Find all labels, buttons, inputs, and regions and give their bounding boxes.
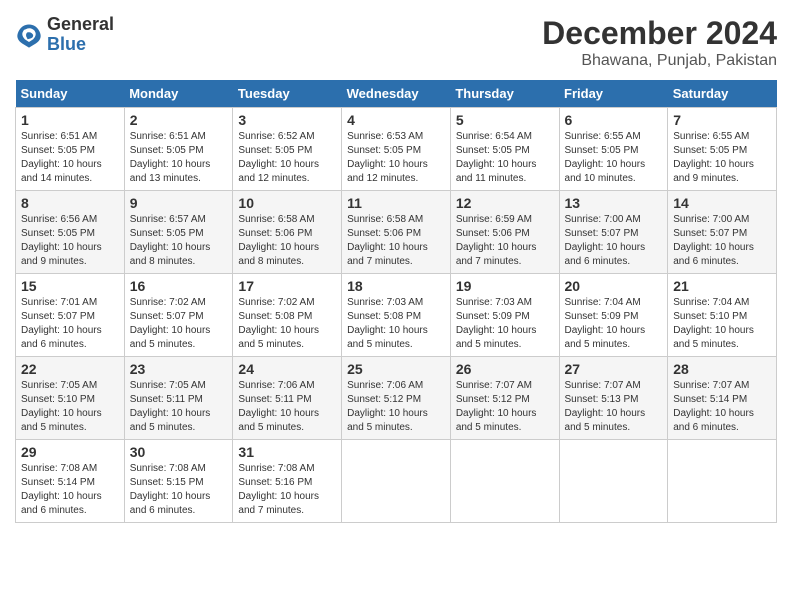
day-8: 8 Sunrise: 6:56 AMSunset: 5:05 PMDayligh… (16, 191, 125, 274)
logo-text: General Blue (47, 15, 114, 55)
day-20: 20 Sunrise: 7:04 AMSunset: 5:09 PMDaylig… (559, 274, 668, 357)
col-wednesday: Wednesday (342, 80, 451, 108)
day-11: 11 Sunrise: 6:58 AMSunset: 5:06 PMDaylig… (342, 191, 451, 274)
day-4: 4 Sunrise: 6:53 AMSunset: 5:05 PMDayligh… (342, 108, 451, 191)
day-16: 16 Sunrise: 7:02 AMSunset: 5:07 PMDaylig… (124, 274, 233, 357)
day-6: 6 Sunrise: 6:55 AMSunset: 5:05 PMDayligh… (559, 108, 668, 191)
calendar-header-row: Sunday Monday Tuesday Wednesday Thursday… (16, 80, 777, 108)
empty-cell-1 (342, 440, 451, 523)
empty-cell-3 (559, 440, 668, 523)
col-monday: Monday (124, 80, 233, 108)
day-24: 24 Sunrise: 7:06 AMSunset: 5:11 PMDaylig… (233, 357, 342, 440)
col-saturday: Saturday (668, 80, 777, 108)
day-12: 12 Sunrise: 6:59 AMSunset: 5:06 PMDaylig… (450, 191, 559, 274)
week-2: 8 Sunrise: 6:56 AMSunset: 5:05 PMDayligh… (16, 191, 777, 274)
day-10: 10 Sunrise: 6:58 AMSunset: 5:06 PMDaylig… (233, 191, 342, 274)
day-9: 9 Sunrise: 6:57 AMSunset: 5:05 PMDayligh… (124, 191, 233, 274)
logo-icon (15, 21, 43, 49)
col-sunday: Sunday (16, 80, 125, 108)
day-15: 15 Sunrise: 7:01 AMSunset: 5:07 PMDaylig… (16, 274, 125, 357)
week-1: 1 Sunrise: 6:51 AMSunset: 5:05 PMDayligh… (16, 108, 777, 191)
location-title: Bhawana, Punjab, Pakistan (542, 52, 777, 70)
logo: General Blue (15, 15, 114, 55)
day-26: 26 Sunrise: 7:07 AMSunset: 5:12 PMDaylig… (450, 357, 559, 440)
empty-cell-2 (450, 440, 559, 523)
day-27: 27 Sunrise: 7:07 AMSunset: 5:13 PMDaylig… (559, 357, 668, 440)
day-23: 23 Sunrise: 7:05 AMSunset: 5:11 PMDaylig… (124, 357, 233, 440)
day-25: 25 Sunrise: 7:06 AMSunset: 5:12 PMDaylig… (342, 357, 451, 440)
week-4: 22 Sunrise: 7:05 AMSunset: 5:10 PMDaylig… (16, 357, 777, 440)
week-5: 29 Sunrise: 7:08 AMSunset: 5:14 PMDaylig… (16, 440, 777, 523)
week-3: 15 Sunrise: 7:01 AMSunset: 5:07 PMDaylig… (16, 274, 777, 357)
day-22: 22 Sunrise: 7:05 AMSunset: 5:10 PMDaylig… (16, 357, 125, 440)
day-21: 21 Sunrise: 7:04 AMSunset: 5:10 PMDaylig… (668, 274, 777, 357)
day-28: 28 Sunrise: 7:07 AMSunset: 5:14 PMDaylig… (668, 357, 777, 440)
month-title: December 2024 (542, 15, 777, 52)
day-29: 29 Sunrise: 7:08 AMSunset: 5:14 PMDaylig… (16, 440, 125, 523)
day-31: 31 Sunrise: 7:08 AMSunset: 5:16 PMDaylig… (233, 440, 342, 523)
day-17: 17 Sunrise: 7:02 AMSunset: 5:08 PMDaylig… (233, 274, 342, 357)
calendar-table: Sunday Monday Tuesday Wednesday Thursday… (15, 80, 777, 523)
col-tuesday: Tuesday (233, 80, 342, 108)
col-thursday: Thursday (450, 80, 559, 108)
day-19: 19 Sunrise: 7:03 AMSunset: 5:09 PMDaylig… (450, 274, 559, 357)
empty-cell-4 (668, 440, 777, 523)
page-header: General Blue December 2024 Bhawana, Punj… (15, 15, 777, 70)
day-13: 13 Sunrise: 7:00 AMSunset: 5:07 PMDaylig… (559, 191, 668, 274)
day-2: 2 Sunrise: 6:51 AMSunset: 5:05 PMDayligh… (124, 108, 233, 191)
title-section: December 2024 Bhawana, Punjab, Pakistan (542, 15, 777, 70)
day-18: 18 Sunrise: 7:03 AMSunset: 5:08 PMDaylig… (342, 274, 451, 357)
col-friday: Friday (559, 80, 668, 108)
day-1: 1 Sunrise: 6:51 AMSunset: 5:05 PMDayligh… (16, 108, 125, 191)
day-30: 30 Sunrise: 7:08 AMSunset: 5:15 PMDaylig… (124, 440, 233, 523)
day-5: 5 Sunrise: 6:54 AMSunset: 5:05 PMDayligh… (450, 108, 559, 191)
day-3: 3 Sunrise: 6:52 AMSunset: 5:05 PMDayligh… (233, 108, 342, 191)
day-7: 7 Sunrise: 6:55 AMSunset: 5:05 PMDayligh… (668, 108, 777, 191)
day-14: 14 Sunrise: 7:00 AMSunset: 5:07 PMDaylig… (668, 191, 777, 274)
